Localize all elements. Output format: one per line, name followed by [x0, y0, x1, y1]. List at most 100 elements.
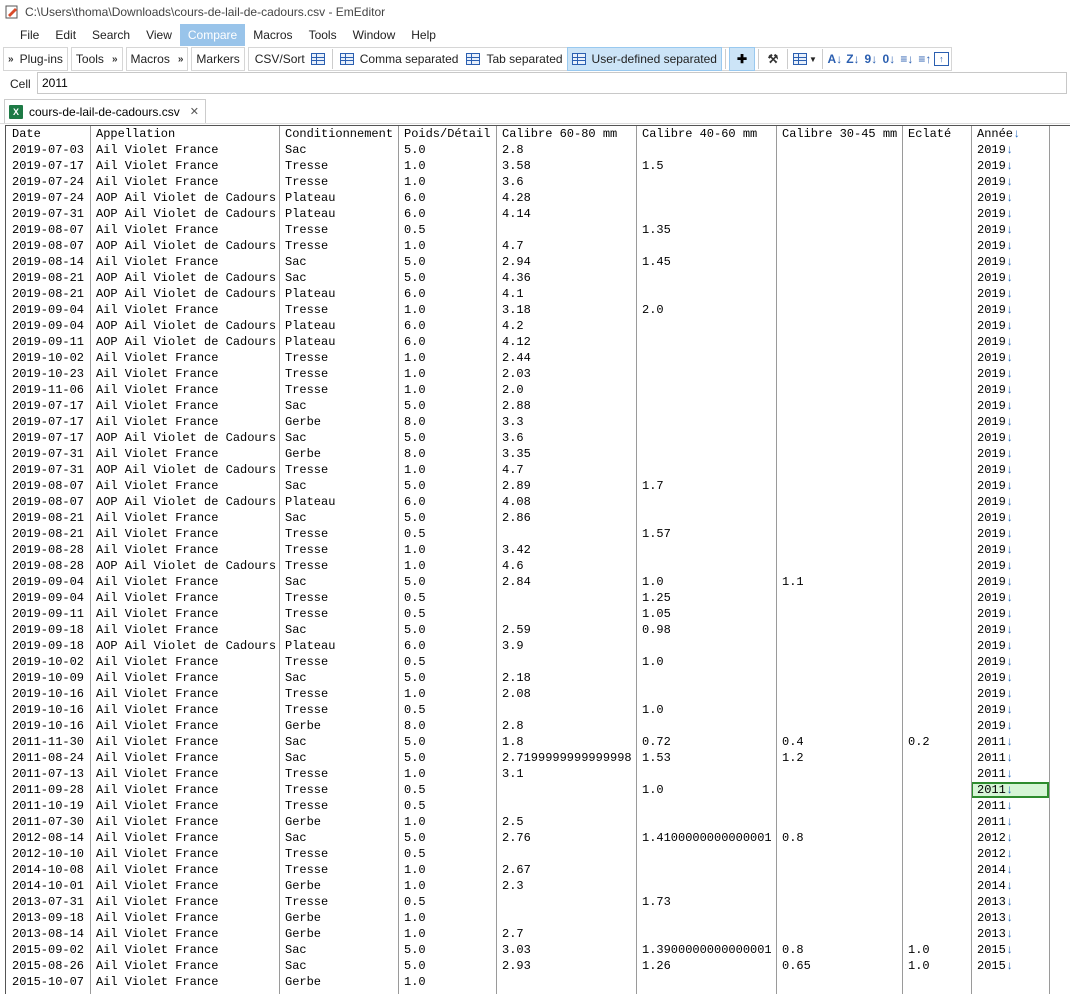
table-cell[interactable] [776, 606, 902, 622]
table-cell[interactable] [776, 174, 902, 190]
table-cell[interactable]: 2011-08-24 [6, 750, 90, 766]
table-cell[interactable]: Ail Violet France [90, 398, 279, 414]
table-cell[interactable]: Sac [279, 510, 398, 526]
table-cell[interactable] [496, 910, 636, 926]
table-cell[interactable]: Ail Violet France [90, 446, 279, 462]
table-cell[interactable] [636, 270, 776, 286]
table-cell[interactable]: Plateau [279, 206, 398, 222]
table-cell[interactable]: 2019↓ [971, 142, 1049, 158]
table-cell[interactable]: 2.67 [496, 862, 636, 878]
table-cell[interactable]: Ail Violet France [90, 590, 279, 606]
menu-help[interactable]: Help [403, 24, 444, 46]
table-cell[interactable]: 2.86 [496, 510, 636, 526]
menu-search[interactable]: Search [84, 24, 138, 46]
sort-z-a-icon[interactable]: Z↓ [844, 52, 862, 66]
table-cell[interactable] [496, 654, 636, 670]
table-cell[interactable]: 6.0 [398, 190, 496, 206]
table-cell[interactable]: 1.0 [398, 686, 496, 702]
sort-0-9-icon[interactable]: 9↓ [862, 52, 880, 66]
table-cell[interactable]: Ail Violet France [90, 718, 279, 734]
table-cell[interactable]: 2011↓ [971, 734, 1049, 750]
table-cell[interactable]: 2019-09-04 [6, 302, 90, 318]
table-cell[interactable]: 2012↓ [971, 830, 1049, 846]
cell-value-input[interactable]: 2011 [37, 72, 1067, 94]
table-cell[interactable]: 5.0 [398, 958, 496, 974]
table-cell[interactable]: 2012-08-14 [6, 830, 90, 846]
table-cell[interactable] [496, 702, 636, 718]
table-cell[interactable]: 2.0 [496, 382, 636, 398]
table-cell[interactable] [902, 974, 971, 990]
table-row[interactable]: 2015-10-07 Ail Violet France Gerbe 1.0 [6, 974, 1070, 990]
table-cell[interactable]: 2019-09-11 [6, 606, 90, 622]
table-cell[interactable] [776, 798, 902, 814]
table-cell[interactable]: Tresse [279, 238, 398, 254]
table-cell[interactable]: 2013-08-14 [6, 926, 90, 942]
table-cell[interactable] [636, 334, 776, 350]
sort-9-0-icon[interactable]: 0↓ [880, 52, 898, 66]
table-cell[interactable] [636, 670, 776, 686]
table-cell[interactable]: 2019↓ [971, 478, 1049, 494]
table-cell[interactable]: 1.0 [398, 366, 496, 382]
table-cell[interactable] [776, 286, 902, 302]
table-cell[interactable]: Tresse [279, 158, 398, 174]
table-cell[interactable]: Ail Violet France [90, 350, 279, 366]
table-cell[interactable]: 2011↓ [971, 814, 1049, 830]
table-cell[interactable]: 1.4100000000000001 [636, 830, 776, 846]
table-row[interactable]: 2019-09-18 Ail Violet France Sac 5.0 2.59 0.9… [6, 622, 1070, 638]
table-cell[interactable]: 2019-08-21 [6, 526, 90, 542]
table-cell[interactable]: 2.5 [496, 814, 636, 830]
table-cell[interactable]: AOP Ail Violet de Cadours [90, 238, 279, 254]
table-cell[interactable] [776, 910, 902, 926]
table-cell[interactable] [636, 510, 776, 526]
table-cell[interactable]: 2019-10-09 [6, 670, 90, 686]
table-cell[interactable]: 1.0 [398, 382, 496, 398]
table-cell[interactable]: 1.53 [636, 750, 776, 766]
table-cell[interactable]: 2019↓ [971, 334, 1049, 350]
table-cell[interactable]: 2.7 [496, 926, 636, 942]
table-cell[interactable] [776, 350, 902, 366]
table-cell[interactable]: 5.0 [398, 254, 496, 270]
table-cell[interactable]: 2.7199999999999998 [496, 750, 636, 766]
table-cell[interactable]: 2.93 [496, 958, 636, 974]
table-row[interactable]: 2015-08-26 Ail Violet France Sac 5.0 2.93 1.2… [6, 958, 1070, 974]
macros-toolbar[interactable]: Macros » [125, 47, 189, 71]
table-cell[interactable] [902, 894, 971, 910]
table-cell[interactable]: Ail Violet France [90, 222, 279, 238]
table-cell[interactable] [776, 670, 902, 686]
table-cell[interactable]: 1.0 [398, 814, 496, 830]
table-row[interactable]: 2019-09-04 Ail Violet France Tresse 0.5 1.25… [6, 590, 1070, 606]
table-cell[interactable]: Ail Violet France [90, 382, 279, 398]
table-cell[interactable]: 8.0 [398, 718, 496, 734]
table-cell[interactable]: 2019↓ [971, 238, 1049, 254]
table-cell[interactable]: 0.72 [636, 734, 776, 750]
table-row[interactable]: 2015-09-02 Ail Violet France Sac 5.0 3.03 1.3… [6, 942, 1070, 958]
table-cell[interactable]: Tresse [279, 686, 398, 702]
table-cell[interactable] [636, 174, 776, 190]
table-cell[interactable]: 1.0 [398, 558, 496, 574]
table-cell[interactable] [636, 686, 776, 702]
table-cell[interactable]: 6.0 [398, 286, 496, 302]
table-cell[interactable] [902, 718, 971, 734]
table-cell[interactable] [636, 542, 776, 558]
sort-options-icon[interactable]: ↑ [933, 52, 949, 66]
csv-grid[interactable]: Date Appellation Conditionnement Poids/Déta… [5, 125, 1070, 994]
table-row[interactable]: 2019-07-31 Ail Violet France Gerbe 8.0 3.35 2… [6, 446, 1070, 462]
table-row[interactable]: 2019-10-02 Ail Violet France Tresse 0.5 1.0 2… [6, 654, 1070, 670]
table-cell[interactable]: 4.14 [496, 206, 636, 222]
table-cell[interactable]: Ail Violet France [90, 814, 279, 830]
table-row[interactable]: 2019-07-31 AOP Ail Violet de Cadours Tress… [6, 462, 1070, 478]
table-cell[interactable] [776, 366, 902, 382]
table-cell[interactable]: 2019↓ [971, 398, 1049, 414]
table-cell[interactable]: 2.3 [496, 878, 636, 894]
table-cell[interactable]: Ail Violet France [90, 830, 279, 846]
table-cell[interactable] [496, 590, 636, 606]
table-cell[interactable]: 4.2 [496, 318, 636, 334]
table-cell[interactable]: AOP Ail Violet de Cadours [90, 494, 279, 510]
table-cell[interactable]: 2019↓ [971, 414, 1049, 430]
table-cell[interactable]: 1.0 [398, 974, 496, 990]
table-row[interactable]: 2019-11-06 Ail Violet France Tresse 1.0 2.0 2… [6, 382, 1070, 398]
table-cell[interactable]: Sac [279, 398, 398, 414]
table-cell[interactable] [776, 334, 902, 350]
table-cell[interactable]: Plateau [279, 318, 398, 334]
table-cell[interactable] [902, 254, 971, 270]
